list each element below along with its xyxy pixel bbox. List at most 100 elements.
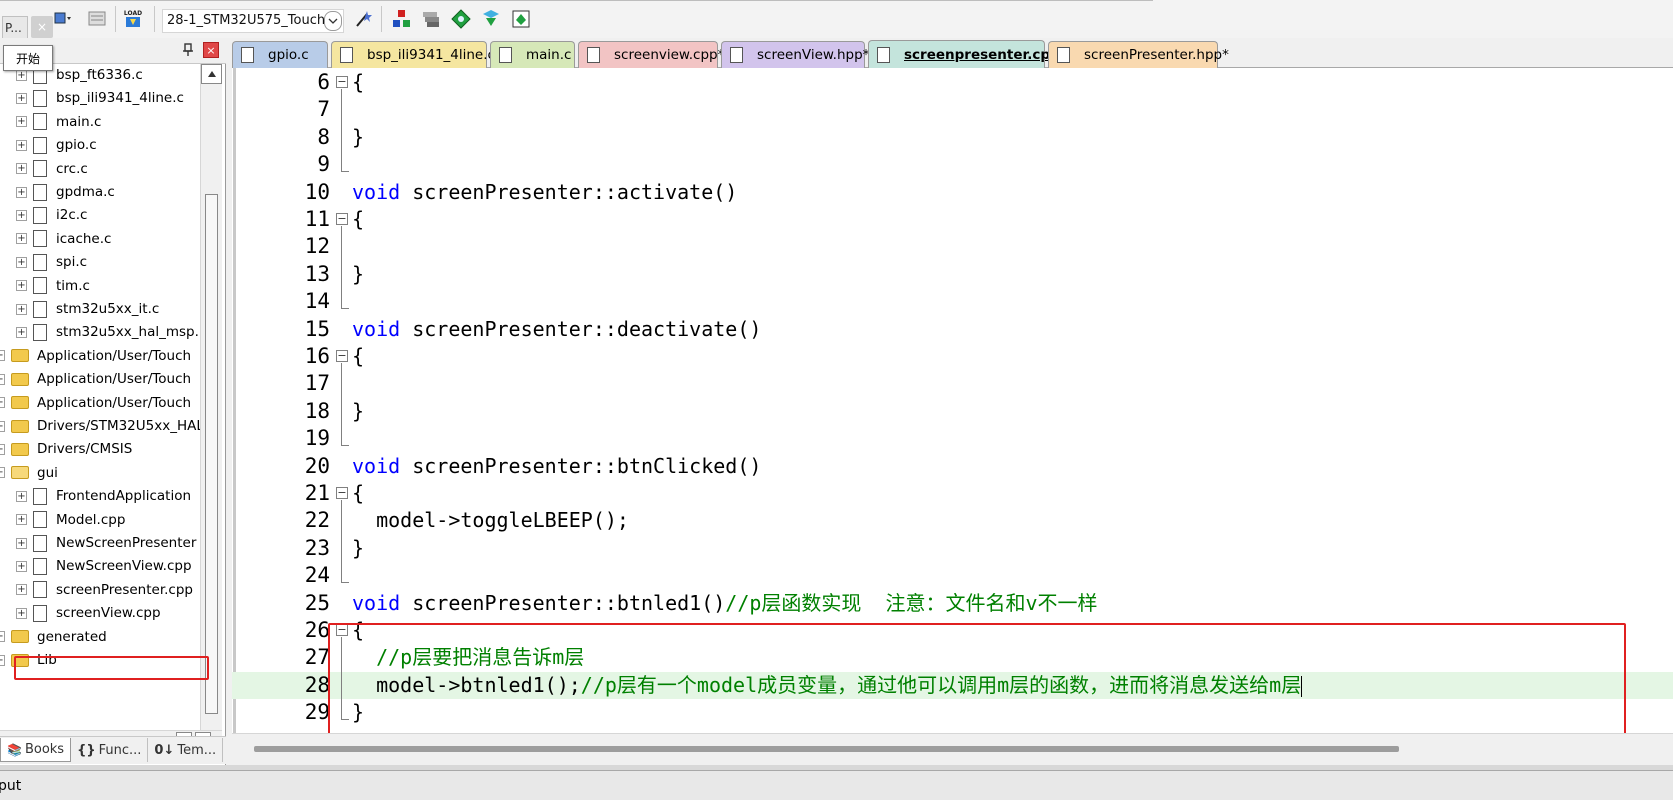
expand-icon[interactable]: +: [0, 654, 5, 666]
expand-icon[interactable]: +: [16, 584, 27, 596]
tree-folder-item[interactable]: + Application/User/Touch: [0, 368, 191, 390]
tab-templates[interactable]: 0↓ Tem...: [148, 738, 224, 762]
code-line[interactable]: 18}: [232, 398, 1673, 425]
expand-icon[interactable]: +: [16, 280, 27, 292]
code-line[interactable]: 24: [232, 562, 1673, 589]
tree-file-item[interactable]: + crc.c: [16, 158, 88, 180]
popup-window-tab[interactable]: P...: [2, 16, 28, 40]
load-download-icon[interactable]: LOAD: [120, 6, 146, 32]
expand-icon[interactable]: +: [0, 350, 5, 362]
expand-icon[interactable]: +: [16, 139, 27, 151]
expand-icon[interactable]: +: [16, 233, 27, 245]
fold-toggle-icon[interactable]: −: [336, 213, 348, 225]
batch-build-icon[interactable]: [84, 6, 110, 32]
expand-icon[interactable]: +: [16, 326, 27, 338]
tree-folder-item[interactable]: + generated: [0, 626, 107, 648]
tree-file-item[interactable]: + NewScreenPresenter: [16, 532, 196, 554]
tree-file-item[interactable]: + i2c.c: [16, 204, 87, 226]
code-line[interactable]: 9: [232, 151, 1673, 178]
editor-tab[interactable]: bsp_ili9341_4line.c: [331, 41, 495, 68]
editor-tab[interactable]: screenView.hpp*: [721, 41, 869, 68]
code-line[interactable]: 10 void screenPresenter::activate(): [232, 179, 1673, 206]
code-line[interactable]: 19: [232, 425, 1673, 452]
code-line[interactable]: 12: [232, 233, 1673, 260]
fold-toggle-icon[interactable]: −: [336, 487, 348, 499]
code-line[interactable]: 22 model->toggleLBEEP();: [232, 507, 1673, 534]
editor-tab[interactable]: main.c: [490, 41, 575, 68]
project-tree-scrollbar[interactable]: [200, 64, 222, 748]
editor-tab[interactable]: screenpresenter.cpp*: [868, 40, 1067, 69]
tree-file-item[interactable]: + gpio.c: [16, 134, 97, 156]
tree-folder-item[interactable]: + Application/User/Touch: [0, 345, 191, 367]
tree-file-item[interactable]: + FrontendApplication: [16, 485, 191, 507]
code-line[interactable]: 16−{: [232, 343, 1673, 370]
code-line[interactable]: 23}: [232, 535, 1673, 562]
expand-icon[interactable]: +: [0, 397, 5, 409]
tree-file-item[interactable]: + spi.c: [16, 251, 87, 273]
scrollbar-thumb[interactable]: [205, 194, 218, 714]
tree-file-item[interactable]: + icache.c: [16, 228, 111, 250]
code-line[interactable]: 17: [232, 370, 1673, 397]
chevron-down-icon[interactable]: [324, 11, 342, 31]
expand-icon[interactable]: +: [16, 256, 27, 268]
code-editor[interactable]: 6−{7 8} 9 10 void screenPresenter::activate(…: [232, 68, 1673, 733]
tree-file-item[interactable]: + main.c: [16, 111, 101, 133]
expand-icon[interactable]: +: [16, 537, 27, 549]
run-time-environment-icon[interactable]: [508, 6, 534, 32]
expand-icon[interactable]: +: [16, 209, 27, 221]
tab-books[interactable]: 📚 Books: [0, 738, 72, 762]
options-for-target-icon[interactable]: [50, 6, 76, 32]
scrollbar-thumb[interactable]: [254, 746, 1399, 752]
editor-tab[interactable]: gpio.c: [232, 41, 328, 68]
target-select[interactable]: 28-1_STM32U575_TouchC: [162, 9, 344, 33]
code-line[interactable]: 15 void screenPresenter::deactivate(): [232, 316, 1673, 343]
tree-folder-item[interactable]: − gui: [0, 462, 58, 484]
expand-icon[interactable]: +: [0, 420, 5, 432]
tree-file-item[interactable]: + gpdma.c: [16, 181, 115, 203]
expand-icon[interactable]: +: [0, 373, 5, 385]
tree-file-item[interactable]: + stm32u5xx_it.c: [16, 298, 159, 320]
code-line[interactable]: 21−{: [232, 480, 1673, 507]
wizard-icon[interactable]: [351, 6, 377, 32]
fold-toggle-icon[interactable]: −: [336, 76, 348, 88]
tree-file-item[interactable]: + stm32u5xx_hal_msp.: [16, 321, 199, 343]
expand-icon[interactable]: +: [0, 443, 5, 455]
pack-installer-icon[interactable]: [478, 6, 504, 32]
expand-icon[interactable]: +: [16, 560, 27, 572]
code-line[interactable]: 14: [232, 288, 1673, 315]
code-line[interactable]: 8}: [232, 124, 1673, 151]
expand-icon[interactable]: +: [16, 92, 27, 104]
tree-file-item[interactable]: + screenPresenter.cpp: [16, 579, 193, 601]
expand-icon[interactable]: +: [16, 116, 27, 128]
tree-file-item[interactable]: + NewScreenView.cpp: [16, 555, 192, 577]
manage-project-items-icon[interactable]: [388, 6, 414, 32]
tree-folder-item[interactable]: + Drivers/CMSIS: [0, 438, 132, 460]
code-line[interactable]: 25 void screenPresenter::btnled1()//p层函数实…: [232, 590, 1673, 617]
close-panel-icon[interactable]: ×: [203, 42, 219, 58]
select-packs-icon[interactable]: [448, 6, 474, 32]
tree-folder-item[interactable]: + Drivers/STM32U5xx_HAL: [0, 415, 204, 437]
code-line[interactable]: 20 void screenPresenter::btnClicked(): [232, 453, 1673, 480]
pin-icon[interactable]: [181, 42, 195, 58]
fold-toggle-icon[interactable]: −: [336, 350, 348, 362]
tree-file-item[interactable]: + bsp_ili9341_4line.c: [16, 87, 184, 109]
tree-file-item[interactable]: + screenView.cpp: [16, 602, 161, 624]
editor-tab[interactable]: screenview.cpp*: [578, 41, 724, 68]
tab-functions[interactable]: {} Func...: [71, 738, 149, 762]
expand-icon[interactable]: +: [16, 514, 27, 526]
tree-folder-item[interactable]: + Application/User/Touch: [0, 392, 191, 414]
code-line[interactable]: 13}: [232, 261, 1673, 288]
expand-icon[interactable]: +: [16, 186, 27, 198]
editor-hscrollbar[interactable]: [232, 733, 1673, 765]
expand-icon[interactable]: +: [16, 303, 27, 315]
code-line[interactable]: 11−{: [232, 206, 1673, 233]
expand-icon[interactable]: +: [16, 490, 27, 502]
scroll-up-icon[interactable]: [201, 64, 222, 84]
tree-file-item[interactable]: + Model.cpp: [16, 509, 125, 531]
layers-icon[interactable]: [418, 6, 444, 32]
code-line[interactable]: 7: [232, 96, 1673, 123]
collapse-icon[interactable]: −: [0, 467, 5, 479]
tree-file-item[interactable]: + tim.c: [16, 275, 90, 297]
expand-icon[interactable]: +: [0, 631, 5, 643]
expand-icon[interactable]: +: [16, 607, 27, 619]
